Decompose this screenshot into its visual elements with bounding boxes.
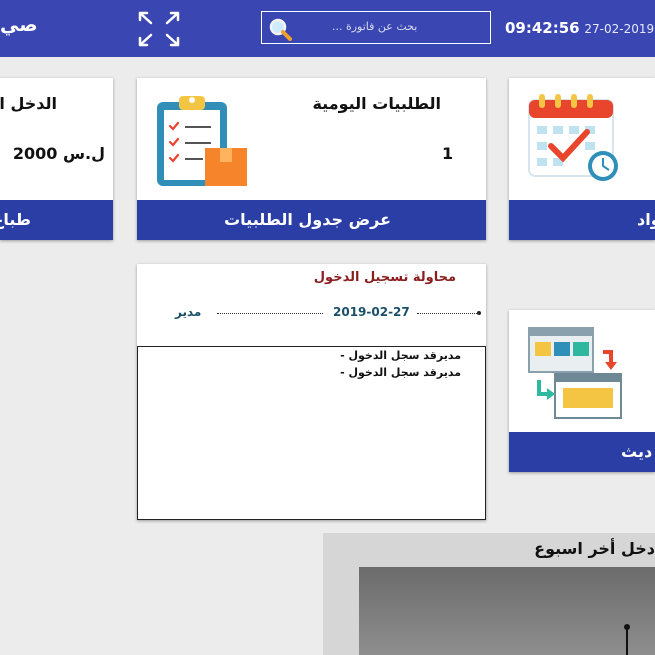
- update-card: ديث: [509, 310, 655, 472]
- login-attempts-panel: محاولة تسجيل الدخول 2019-02-27 مدير مدير…: [137, 264, 486, 520]
- chart-marker: [626, 627, 628, 655]
- daily-orders-count: 1: [442, 144, 454, 163]
- income-card-value: 2000 ل.س: [12, 144, 105, 163]
- income-card-title: الدخل ال: [0, 94, 57, 113]
- daily-orders-title: الطلبيات اليومية: [312, 94, 441, 113]
- chart-title: دخل أخر اسبوع: [534, 539, 655, 558]
- login-attempt-latest: 2019-02-27 مدير: [137, 304, 486, 324]
- materials-button[interactable]: واد: [509, 200, 655, 240]
- login-attempts-title: محاولة تسجيل الدخول: [313, 270, 456, 285]
- calendar-check-icon: [527, 94, 623, 186]
- daily-orders-card: الطلبيات اليومية 1 عرض جدول الطلبيات: [137, 78, 486, 240]
- search-placeholder: بحث عن فاتورة ...: [332, 20, 418, 33]
- materials-card: واد: [509, 78, 655, 240]
- invoice-search-box[interactable]: بحث عن فاتورة ...: [261, 11, 491, 44]
- top-bar: صي بحث عن فاتورة ... 09:42:56 27-02-2019: [0, 0, 655, 57]
- clock: 09:42:56 27-02-2019: [505, 19, 654, 37]
- chart-plot-area: [359, 567, 655, 655]
- expand-icon[interactable]: [137, 10, 181, 48]
- income-card: الدخل ال 2000 ل.س طباع: [0, 78, 113, 240]
- print-button-label: طباع: [0, 210, 31, 229]
- weekly-income-chart: دخل أخر اسبوع: [323, 533, 655, 655]
- chart-marker-point: [624, 624, 630, 630]
- update-button[interactable]: ديث: [509, 432, 655, 472]
- view-orders-table-button[interactable]: عرض جدول الطلبيات: [137, 200, 486, 240]
- clock-date: 27-02-2019: [584, 22, 655, 36]
- login-log-list[interactable]: مديرقد سجل الدخول - مديرقد سجل الدخول -: [137, 346, 486, 520]
- login-attempts-header: محاولة تسجيل الدخول 2019-02-27 مدير: [137, 264, 486, 346]
- print-button[interactable]: طباع: [0, 200, 113, 240]
- clock-time: 09:42:56: [505, 19, 580, 37]
- update-button-label: ديث: [621, 442, 653, 461]
- login-attempt-role: مدير: [175, 305, 202, 319]
- brand-title: صي: [0, 14, 38, 36]
- view-orders-table-label: عرض جدول الطلبيات: [224, 210, 391, 229]
- list-item: مديرقد سجل الدخول -: [340, 366, 461, 379]
- materials-button-label: واد: [637, 210, 655, 229]
- list-item: مديرقد سجل الدخول -: [340, 349, 461, 362]
- clipboard-checklist-icon: [153, 92, 253, 188]
- login-attempt-date: 2019-02-27: [333, 305, 410, 319]
- search-icon[interactable]: [268, 17, 292, 41]
- sync-windows-icon: [527, 324, 623, 420]
